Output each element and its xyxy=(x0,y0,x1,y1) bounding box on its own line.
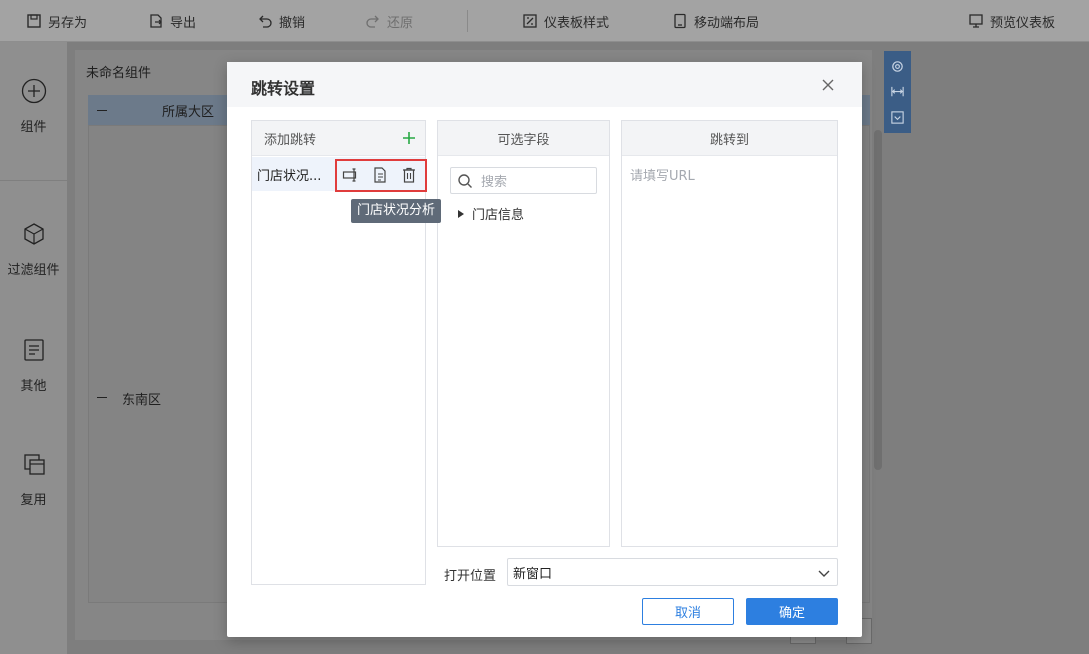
chevron-down-icon xyxy=(818,570,830,577)
search-placeholder: 搜索 xyxy=(481,175,508,190)
document-icon xyxy=(23,339,44,361)
widget-tools xyxy=(884,51,911,133)
sidebar-item-label: 复用 xyxy=(20,493,47,508)
table-row-label: 东南区 xyxy=(122,393,162,408)
fields-panel: 可选字段 搜索 门店信息 xyxy=(437,120,610,547)
toolbar-divider xyxy=(467,10,468,32)
expand-width-icon[interactable] xyxy=(890,84,905,99)
trash-icon xyxy=(403,167,415,183)
dashboard-style-label: 仪表板样式 xyxy=(544,15,610,31)
save-as-label: 另存为 xyxy=(48,15,88,31)
dialog-header: 跳转设置 xyxy=(227,62,862,107)
cancel-button[interactable]: 取消 xyxy=(642,598,734,625)
caret-right-icon[interactable] xyxy=(458,209,464,218)
sidebar-item-component[interactable]: 组件 xyxy=(0,78,67,135)
panel-header: 添加跳转 xyxy=(252,121,425,156)
url-input[interactable]: 请填写URL xyxy=(630,165,695,184)
mobile-layout-label: 移动端布局 xyxy=(694,15,760,31)
save-icon xyxy=(27,14,41,28)
collapse-down-icon[interactable] xyxy=(890,110,905,125)
redo-label: 还原 xyxy=(387,15,414,31)
table-header-cell: 所属大区 xyxy=(162,105,215,120)
panel-title: 跳转到 xyxy=(709,132,749,148)
monitor-icon xyxy=(969,14,983,28)
confirm-button[interactable]: 确定 xyxy=(746,598,838,625)
jump-item-actions xyxy=(342,165,418,185)
panel-header: 跳转到 xyxy=(622,121,837,156)
export-label: 导出 xyxy=(170,15,197,31)
delete-button[interactable] xyxy=(400,165,418,185)
sidebar-item-filter[interactable]: 过滤组件 xyxy=(0,221,67,278)
export-button[interactable]: 导出 xyxy=(148,11,196,31)
redo-button[interactable]: 还原 xyxy=(365,11,413,31)
panel-title: 添加跳转 xyxy=(264,132,317,148)
widget-title: 未命名组件 xyxy=(86,66,152,81)
collapse-icon[interactable] xyxy=(97,397,107,398)
search-icon xyxy=(458,173,472,188)
undo-label: 撤销 xyxy=(279,15,306,31)
close-icon[interactable] xyxy=(819,76,837,94)
jump-target-panel: 跳转到 请填写URL xyxy=(621,120,838,547)
sidebar-item-reuse[interactable]: 复用 xyxy=(0,451,67,508)
export-icon xyxy=(150,14,162,28)
cube-icon xyxy=(23,223,44,245)
sidebar-item-label: 组件 xyxy=(20,120,47,135)
save-as-button[interactable]: 另存为 xyxy=(26,11,87,31)
mobile-layout-button[interactable]: 移动端布局 xyxy=(672,11,759,31)
dashboard-style-button[interactable]: 仪表板样式 xyxy=(522,11,609,31)
add-icon[interactable] xyxy=(401,130,417,146)
jump-item-tooltip: 门店状况分析 xyxy=(351,199,442,223)
open-position-value: 新窗口 xyxy=(513,566,553,582)
top-toolbar: 另存为 导出 撤销 还原 仪表板样式 移动端布局 预览仪表板 xyxy=(0,0,1089,42)
tree-node-label: 门店信息 xyxy=(472,208,525,223)
collapse-icon[interactable] xyxy=(97,110,107,111)
open-position-label: 打开位置 xyxy=(444,569,497,584)
dialog-title: 跳转设置 xyxy=(251,79,316,98)
copy-doc-icon xyxy=(374,167,386,183)
search-input[interactable]: 搜索 xyxy=(450,167,597,194)
rename-button[interactable] xyxy=(342,165,360,185)
preview-dashboard-button[interactable]: 预览仪表板 xyxy=(968,11,1055,31)
left-sidebar: 组件 过滤组件 其他 复用 xyxy=(0,42,67,654)
copy-button[interactable] xyxy=(371,165,389,185)
plus-circle-icon xyxy=(21,78,46,104)
panel-title: 可选字段 xyxy=(497,132,550,148)
rename-icon xyxy=(342,168,357,182)
tree-node[interactable]: 门店信息 xyxy=(458,204,524,223)
mobile-icon xyxy=(674,13,686,29)
preview-dashboard-label: 预览仪表板 xyxy=(990,15,1056,31)
scrollbar[interactable] xyxy=(874,130,882,470)
palette-icon xyxy=(523,14,537,28)
undo-icon xyxy=(259,15,272,28)
sidebar-divider xyxy=(0,180,67,181)
undo-button[interactable]: 撤销 xyxy=(257,11,305,31)
redo-icon xyxy=(366,15,379,28)
panel-header: 可选字段 xyxy=(438,121,609,156)
jump-item-label: 门店状况... xyxy=(257,168,322,184)
jump-settings-dialog: 跳转设置 添加跳转 门店状况... 可选字段 搜索 门店信息 跳转到 请填写UR… xyxy=(227,62,862,637)
open-position-select[interactable]: 新窗口 xyxy=(507,558,838,586)
sidebar-item-other[interactable]: 其他 xyxy=(0,337,67,394)
sidebar-item-label: 其他 xyxy=(20,379,47,394)
copy-icon xyxy=(23,454,45,475)
sidebar-item-label: 过滤组件 xyxy=(7,263,60,278)
gear-icon[interactable] xyxy=(890,59,905,74)
